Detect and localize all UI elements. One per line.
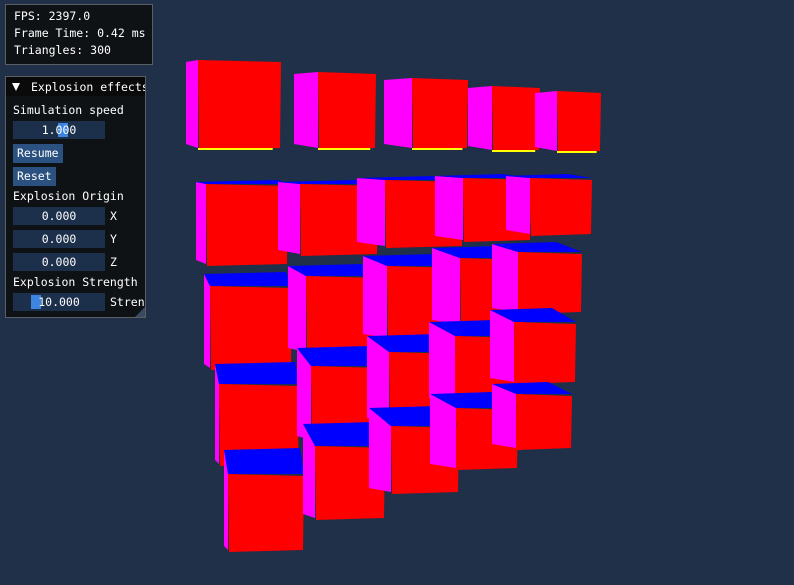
cube-side-face — [384, 78, 412, 148]
axis-x-label: X — [110, 209, 117, 223]
collapse-arrow-icon[interactable] — [12, 82, 20, 91]
cube-bottom-edge — [198, 148, 273, 150]
cube-bottom-edge — [318, 148, 371, 150]
cube-front-face — [518, 252, 582, 314]
cube-side-face — [278, 182, 300, 254]
cube-front-face — [198, 60, 281, 150]
cube-side-face — [204, 274, 210, 368]
cube-side-face — [435, 176, 463, 240]
cube-side-face — [288, 266, 306, 352]
cube-side-face — [186, 60, 198, 148]
cube-side-face — [294, 72, 318, 148]
explosion-origin-label: Explosion Origin — [13, 189, 124, 203]
origin-z-value: 0.000 — [41, 255, 77, 269]
cube-bottom-edge — [412, 148, 463, 150]
cube-top-face — [224, 448, 304, 474]
cube-top-face — [204, 272, 292, 286]
cube-side-face — [492, 244, 518, 312]
reset-button[interactable]: Reset — [13, 167, 56, 186]
cube-side-face — [429, 322, 455, 402]
origin-y-value: 0.000 — [41, 232, 77, 246]
cube — [186, 60, 281, 150]
cube — [468, 86, 540, 152]
cube-bottom-edge — [557, 151, 597, 153]
cube — [204, 272, 292, 370]
origin-z-input[interactable]: 0.000 — [13, 253, 105, 271]
fps-readout: FPS: 2397.0 — [14, 9, 91, 23]
axis-z-label: Z — [110, 255, 117, 269]
cube-side-face — [492, 384, 516, 448]
cube-front-face — [318, 72, 376, 150]
cube-side-face — [432, 248, 460, 324]
cube-side-face — [490, 310, 514, 382]
resize-grip-icon[interactable] — [135, 307, 145, 317]
window-title: Explosion effects — [31, 79, 146, 94]
explosion-strength-label: Explosion Strength — [13, 275, 138, 289]
cube — [224, 448, 304, 552]
cube-front-face — [228, 474, 304, 552]
cube-front-face — [412, 78, 468, 150]
cube-side-face — [196, 182, 206, 264]
cube-side-face — [468, 86, 492, 150]
origin-x-value: 0.000 — [41, 209, 77, 223]
cube-top-face — [215, 362, 299, 384]
simulation-speed-value: 1.000 — [41, 123, 77, 137]
frame-time-readout: Frame Time: 0.42 ms — [14, 26, 146, 40]
stats-overlay: FPS: 2397.0 Frame Time: 0.42 ms Triangle… — [5, 4, 153, 65]
cube-bottom-edge — [492, 150, 536, 152]
cube-front-face — [530, 178, 592, 236]
explosion-strength-slider[interactable]: 10.000 — [13, 293, 105, 311]
axis-y-label: Y — [110, 232, 117, 246]
cube — [490, 308, 576, 384]
cube-front-face — [492, 86, 540, 152]
explosion-effects-window[interactable]: Explosion effects Simulation speed 1.000… — [5, 76, 146, 318]
cube-top-face — [196, 180, 288, 184]
simulation-speed-slider[interactable]: 1.000 — [13, 121, 105, 139]
cube-front-face — [514, 322, 576, 384]
cube — [384, 78, 468, 150]
resume-button[interactable]: Resume — [13, 144, 63, 163]
cube-front-face — [206, 184, 288, 266]
cube-side-face — [506, 176, 530, 234]
cube-front-face — [210, 286, 292, 370]
simulation-speed-label: Simulation speed — [13, 103, 124, 117]
explosion-strength-value: 10.000 — [38, 295, 80, 309]
cube — [492, 242, 582, 314]
cube — [196, 180, 288, 266]
cube-front-face — [516, 394, 572, 450]
triangles-readout: Triangles: 300 — [14, 43, 111, 57]
cube — [294, 72, 376, 150]
cube — [506, 174, 592, 236]
cube-side-face — [535, 91, 557, 151]
cube-side-face — [363, 256, 387, 338]
origin-x-input[interactable]: 0.000 — [13, 207, 105, 225]
cube-side-face — [357, 178, 385, 246]
cube — [492, 382, 572, 450]
window-title-bar[interactable]: Explosion effects — [6, 77, 145, 96]
origin-y-input[interactable]: 0.000 — [13, 230, 105, 248]
cube-front-face — [557, 91, 601, 153]
cube — [535, 91, 601, 153]
